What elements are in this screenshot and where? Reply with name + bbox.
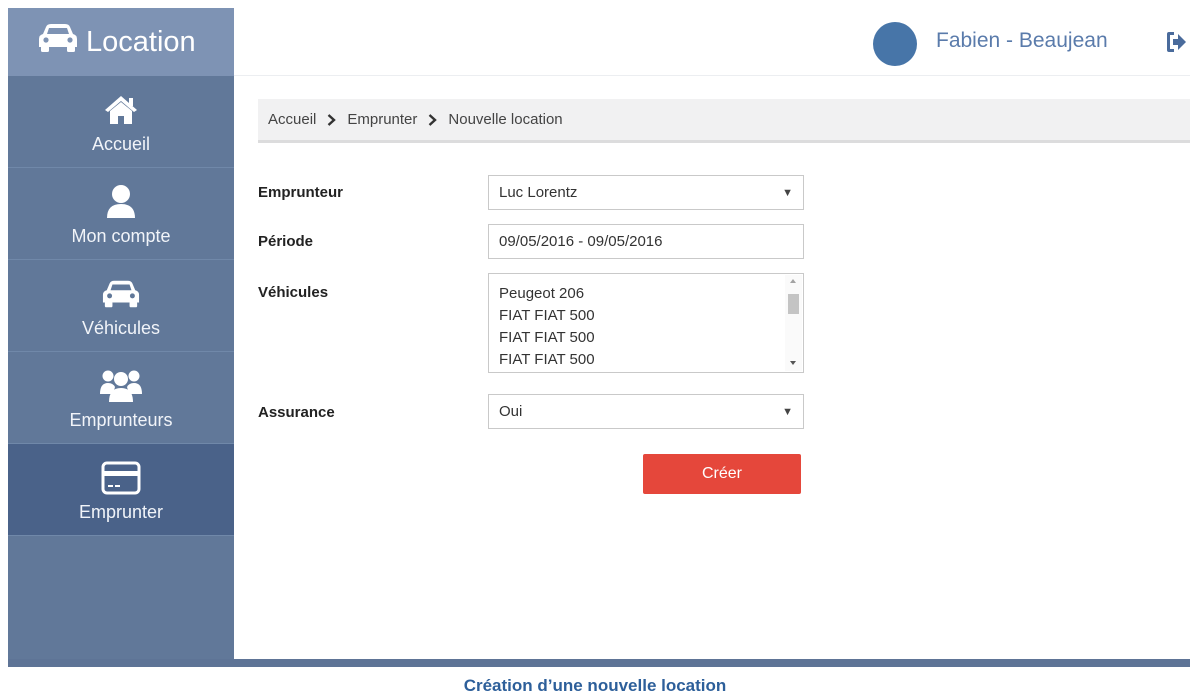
sidebar-item-vehicules[interactable]: Véhicules [8,260,234,352]
periode-input[interactable]: 09/05/2016 - 09/05/2016 [488,224,804,259]
create-button[interactable]: Créer [643,454,801,494]
emprunteur-label: Emprunteur [258,184,344,201]
vehicules-label: Véhicules [258,284,329,301]
bottom-bar [8,659,1190,667]
caret-down-icon: ▼ [782,187,793,199]
listbox-scrollbar[interactable] [785,275,802,371]
user-icon [105,182,137,222]
emprunteur-value: Luc Lorentz [499,184,578,201]
sidebar-item-accueil[interactable]: Accueil [8,76,234,168]
scroll-thumb[interactable] [788,294,799,314]
top-bar: Fabien - Beaujean [234,8,1190,76]
user-name[interactable]: Fabien - Beaujean [936,29,1108,53]
scroll-down-icon[interactable] [790,361,796,365]
avatar[interactable] [873,22,917,66]
emprunteur-select[interactable]: Luc Lorentz ▼ [488,175,804,210]
vehicules-options: Peugeot 206 FIAT FIAT 500 FIAT FIAT 500 … [499,283,595,371]
scroll-up-icon[interactable] [790,279,796,283]
app-window: Location Accueil Mon compte Véhicules Em… [8,8,1190,667]
car-icon [102,274,140,314]
sidebar-item-label: Emprunteurs [69,410,173,430]
brand[interactable]: Location [8,8,234,76]
assurance-select[interactable]: Oui ▼ [488,394,804,429]
sidebar: Location Accueil Mon compte Véhicules Em… [8,8,234,667]
vehicule-option[interactable]: FIAT FIAT 500 [499,327,595,349]
home-icon [103,90,139,130]
caret-down-icon: ▼ [782,406,793,418]
car-icon [38,23,86,61]
breadcrumb-item-nouvelle-location: Nouvelle location [448,111,563,128]
breadcrumb-item-emprunter[interactable]: Emprunter [347,111,417,128]
vehicule-option[interactable]: FIAT FIAT 500 [499,349,595,371]
main-content: Fabien - Beaujean Accueil Emprunter Nouv… [234,8,1190,659]
breadcrumb-item-accueil[interactable]: Accueil [268,111,316,128]
assurance-label: Assurance [258,404,335,421]
sidebar-item-label: Véhicules [81,318,161,338]
chevron-right-icon [428,113,438,126]
vehicules-listbox[interactable]: Peugeot 206 FIAT FIAT 500 FIAT FIAT 500 … [488,273,804,373]
app-title: Location [86,25,196,58]
sidebar-item-emprunter[interactable]: Emprunter [8,444,234,536]
sidebar-item-label: Emprunter [78,502,164,522]
sidebar-item-emprunteurs[interactable]: Emprunteurs [8,352,234,444]
figure-caption: Création d’une nouvelle location [463,676,727,695]
sidebar-item-label: Mon compte [71,226,171,246]
sign-out-icon[interactable] [1165,31,1187,53]
users-icon [99,366,143,406]
sidebar-item-mon-compte[interactable]: Mon compte [8,168,234,260]
credit-card-icon [101,458,141,498]
vehicule-option[interactable]: FIAT FIAT 500 [499,305,595,327]
periode-label: Période [258,233,314,250]
sidebar-item-label: Accueil [91,134,151,154]
assurance-value: Oui [499,403,523,420]
periode-value: 09/05/2016 - 09/05/2016 [499,233,663,250]
breadcrumb: Accueil Emprunter Nouvelle location [258,99,1190,143]
chevron-right-icon [327,113,337,126]
vehicule-option[interactable]: Peugeot 206 [499,283,595,305]
